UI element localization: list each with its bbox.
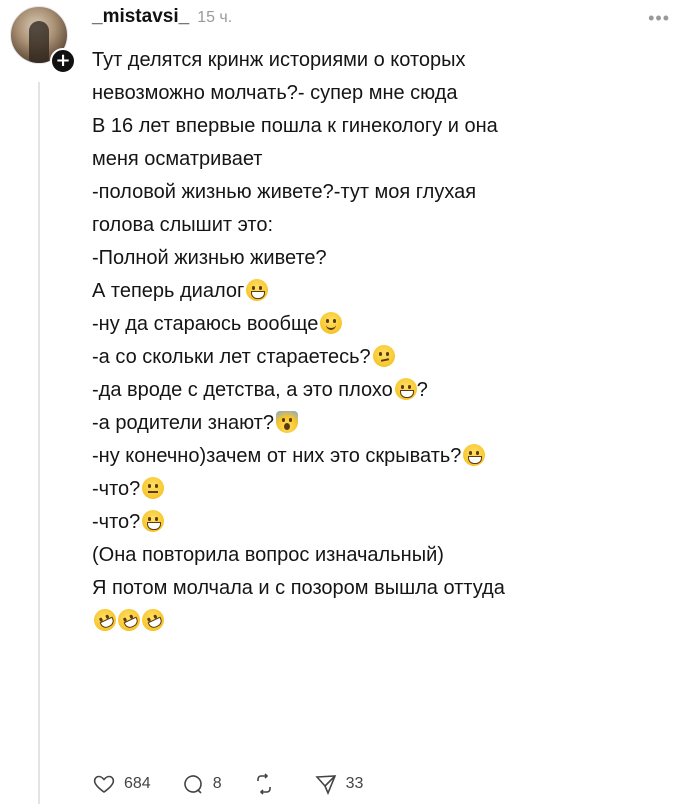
post-text-line: -ну конечно)зачем от них это скрывать? <box>92 440 672 473</box>
post-text: невозможно молчать?- супер мне сюда <box>92 82 458 104</box>
rofl-emoji-icon <box>90 605 120 635</box>
rofl-emoji-icon <box>114 605 144 635</box>
grin-emoji-icon <box>394 378 417 400</box>
thread-line <box>38 82 40 804</box>
post-text-line: В 16 лет впервые пошла к гинекологу и он… <box>92 110 672 143</box>
avatar-wrap: + <box>10 6 76 74</box>
post-text-line: Тут делятся кринж историями о которых <box>92 44 672 77</box>
post-text-line: -половой жизнью живете?-тут моя глухая <box>92 176 672 209</box>
post-text-line: -да вроде с детства, а это плохо? <box>92 374 672 407</box>
post-text: меня осматривает <box>92 148 263 170</box>
post-text-line: -что? <box>92 473 672 506</box>
post-body: Тут делятся кринж историями о которых нев… <box>90 44 672 638</box>
post-text-line: Я потом молчала и с позором вышла оттуда <box>92 572 672 605</box>
post-text: -да вроде с детства, а это плохо <box>92 379 393 401</box>
like-count: 684 <box>124 775 151 792</box>
post-text-line <box>90 605 672 638</box>
fear-emoji-icon <box>275 411 298 433</box>
post-text-line: -ну да стараюсь вообще <box>92 308 672 341</box>
post-text: Тут делятся кринж историями о которых <box>92 49 466 71</box>
post-text: (Она повторила вопрос изначальный) <box>92 544 444 566</box>
avatar-figure <box>29 21 49 63</box>
username[interactable]: _mistavsi_ <box>92 6 189 28</box>
comment-count: 8 <box>212 775 222 792</box>
grin-emoji-icon <box>246 279 269 301</box>
post-text-line: -Полной жизнью живете? <box>92 242 672 275</box>
post-text-line: голова слышит это: <box>92 209 672 242</box>
think-emoji-icon <box>372 345 395 367</box>
post-text: -Полной жизнью живете? <box>92 247 327 269</box>
post-text: -что? <box>92 511 141 533</box>
send-icon <box>314 775 336 796</box>
post-text-suffix: ? <box>416 379 428 401</box>
post-text: -ну конечно)зачем от них это скрывать? <box>92 445 462 467</box>
more-options-button[interactable]: ••• <box>648 8 670 29</box>
post-text: -половой жизнью живете?-тут моя глухая <box>92 181 477 203</box>
post-text: -а родители знают? <box>92 412 274 434</box>
smile-emoji-icon <box>320 312 343 334</box>
post-text: -что? <box>92 478 141 500</box>
post-text: В 16 лет впервые пошла к гинекологу и он… <box>92 115 498 137</box>
post-header: _mistavsi_ 15 ч. <box>92 6 232 34</box>
rofl-emoji-icon <box>138 605 168 635</box>
post-text: -а со скольки лет стараетесь? <box>92 346 371 368</box>
post-text-line: меня осматривает <box>92 143 672 176</box>
comment-button[interactable]: 8 <box>181 772 222 796</box>
repost-icon <box>256 773 271 795</box>
post-text-line: А теперь диалог <box>92 275 672 308</box>
repost-button[interactable] <box>252 772 284 796</box>
post-text-line: -а со скольки лет стараетесь? <box>92 341 672 374</box>
neutral-emoji-icon <box>142 477 165 499</box>
comment-bubble-icon <box>183 775 202 794</box>
post-text: А теперь диалог <box>92 280 245 302</box>
post-text: -ну да стараюсь вообще <box>92 313 319 335</box>
post-text-line: (Она повторила вопрос изначальный) <box>92 539 672 572</box>
post-text: Я потом молчала и с позором вышла оттуда <box>92 577 505 599</box>
post-text-line: невозможно молчать?- супер мне сюда <box>92 77 672 110</box>
grin-emoji-icon <box>142 510 165 532</box>
post-text-line: -а родители знают? <box>92 407 672 440</box>
grin-emoji-icon <box>463 444 486 466</box>
share-count: 33 <box>345 775 364 792</box>
action-bar: 684 8 33 <box>92 772 393 796</box>
like-button[interactable]: 684 <box>92 772 151 796</box>
share-button[interactable]: 33 <box>314 772 364 796</box>
post-text: голова слышит это: <box>92 214 273 236</box>
timestamp: 15 ч. <box>197 9 233 26</box>
follow-button[interactable]: + <box>50 48 76 74</box>
post-text-line: -что? <box>92 506 672 539</box>
heart-icon <box>93 775 115 793</box>
